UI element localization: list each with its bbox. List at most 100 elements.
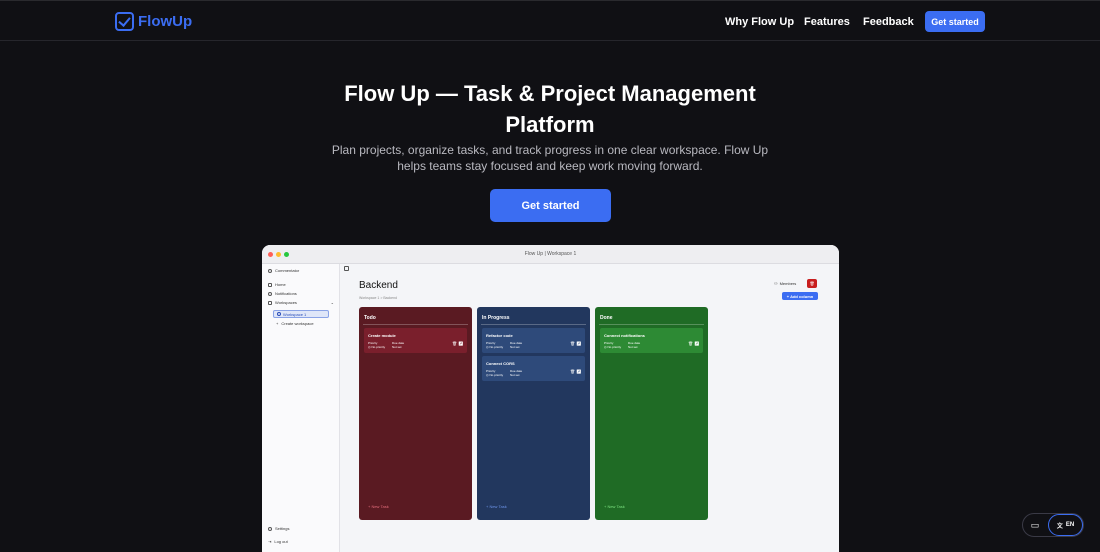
sidebar-create-workspace[interactable]: + Create workspace — [276, 321, 314, 326]
task-priority: Priority ◎ No priority — [604, 341, 621, 349]
edit-icon[interactable]: ↗ — [576, 341, 581, 346]
task-actions: 🗑 ↗ — [688, 341, 699, 346]
task-priority: Priority ◎ No priority — [486, 369, 503, 377]
new-task-button[interactable]: + New Task — [486, 504, 507, 509]
column-title: In Progress — [482, 315, 510, 321]
nav-get-started-button[interactable]: Get started — [925, 11, 985, 32]
sidebar-item-workspaces[interactable]: Workspaces ⌄ — [268, 300, 334, 305]
nav-link-features[interactable]: Features — [804, 16, 850, 28]
priority-text: No priority — [607, 345, 622, 349]
add-column-button[interactable]: + Add column — [782, 292, 818, 300]
window-title: Flow Up | Workspace 1 — [524, 251, 577, 257]
task-actions: 🗑 ↗ — [570, 341, 581, 346]
hero-subtitle: Plan projects, organize tasks, and track… — [330, 142, 770, 174]
brand-logo[interactable]: FlowUp — [115, 12, 192, 31]
sidebar-item-label: Home — [275, 282, 286, 287]
hero-subtitle-line-1: Plan projects, organize tasks, and track… — [331, 143, 769, 157]
checkbox-logo-icon — [115, 12, 134, 31]
task-title: Connect CORS — [486, 361, 515, 366]
sidebar-toggle-icon[interactable] — [344, 266, 349, 271]
trash-icon[interactable]: 🗑 — [452, 341, 457, 346]
sidebar-item-label: Workspace 1 — [283, 311, 307, 317]
task-card[interactable]: Create module Priority ◎ No priority Due… — [364, 328, 467, 353]
folder-icon — [268, 300, 272, 305]
sidebar-user-label: Commentator — [275, 268, 300, 273]
user-icon — [268, 268, 272, 273]
breadcrumb: Workspace 1 > Backend — [359, 296, 397, 300]
kanban-column: Todo Create module Priority ◎ No priorit… — [359, 307, 472, 520]
top-navbar: FlowUp Why Flow Up Features Feedback Get… — [0, 0, 1100, 41]
sidebar-item-home[interactable]: Home — [268, 282, 286, 287]
priority-text: No priority — [489, 373, 504, 377]
edit-icon[interactable]: ↗ — [458, 341, 463, 346]
task-card[interactable]: Connect notifications Priority ◎ No prio… — [600, 328, 703, 353]
hero-title-line-1: Flow Up — Task & Project Management — [344, 81, 756, 106]
sidebar-item-label: Settings — [275, 526, 290, 531]
members-button[interactable]: ⚇ Members — [774, 281, 796, 286]
due-value: Not set — [628, 345, 638, 349]
priority-value: ◎ No priority — [486, 345, 504, 349]
hero-get-started-button[interactable]: Get started — [490, 189, 611, 222]
due-value: Not set — [392, 345, 402, 349]
task-actions: 🗑 ↗ — [452, 341, 463, 346]
column-divider — [599, 324, 704, 325]
task-priority: Priority ◎ No priority — [486, 341, 503, 349]
sidebar-item-logout[interactable]: ⇥ Log out — [268, 539, 288, 544]
trash-icon[interactable]: 🗑 — [570, 341, 575, 346]
priority-text: No priority — [371, 345, 386, 349]
column-title: Done — [600, 315, 613, 321]
trash-icon[interactable]: 🗑 — [570, 369, 575, 374]
home-icon — [268, 282, 272, 287]
task-card[interactable]: Connect CORS Priority ◎ No priority Due … — [482, 356, 585, 381]
theme-toggle-button[interactable]: ▭ — [1026, 517, 1044, 533]
hero-title-line-2: Platform — [505, 112, 595, 137]
due-value: Not set — [510, 345, 520, 349]
priority-value: ◎ No priority — [486, 373, 504, 377]
task-title: Refactor code — [486, 333, 513, 338]
sidebar-item-workspace-1[interactable]: Workspace 1 — [273, 310, 329, 318]
preview-sidebar: Commentator Home Notifications Workspace… — [262, 264, 340, 552]
new-task-button[interactable]: + New Task — [368, 504, 389, 509]
task-due-date: Due date Not set — [628, 341, 640, 349]
edit-icon[interactable]: ↗ — [576, 369, 581, 374]
app-preview-window: Flow Up | Workspace 1 Commentator Home N… — [262, 245, 839, 552]
sidebar-user[interactable]: Commentator — [268, 268, 299, 273]
priority-value: ◎ No priority — [604, 345, 622, 349]
kanban-column: In Progress Refactor code Priority ◎ No … — [477, 307, 590, 520]
delete-board-button[interactable]: 🗑 — [807, 279, 817, 288]
nav-link-why-flow-up[interactable]: Why Flow Up — [725, 16, 794, 28]
sidebar-item-notifications[interactable]: Notifications — [268, 291, 297, 296]
new-task-button[interactable]: + New Task — [604, 504, 625, 509]
sidebar-item-label: Log out — [274, 539, 288, 544]
task-due-date: Due date Not set — [510, 341, 522, 349]
column-divider — [481, 324, 586, 325]
language-switcher[interactable]: 文 EN — [1048, 514, 1083, 536]
laptop-icon: ▭ — [1030, 519, 1040, 530]
column-title: Todo — [364, 315, 376, 321]
edit-icon[interactable]: ↗ — [694, 341, 699, 346]
hero-title: Flow Up — Task & Project Management Plat… — [300, 78, 800, 140]
task-priority: Priority ◎ No priority — [368, 341, 385, 349]
brand-name: FlowUp — [138, 13, 193, 30]
sidebar-item-settings[interactable]: Settings — [268, 526, 289, 531]
nav-link-feedback[interactable]: Feedback — [863, 16, 914, 28]
task-due-date: Due date Not set — [510, 369, 522, 377]
trash-icon: 🗑 — [809, 281, 815, 286]
priority-text: No priority — [489, 345, 504, 349]
plus-icon: + — [276, 321, 279, 326]
priority-value: ◎ No priority — [368, 345, 386, 349]
translate-icon: 文 — [1056, 523, 1063, 530]
board-title: Backend — [359, 280, 398, 291]
hero-subtitle-line-2: helps teams stay focused and keep work m… — [397, 159, 703, 173]
gear-icon — [268, 526, 272, 531]
members-label: Members — [779, 281, 797, 286]
window-titlebar: Flow Up | Workspace 1 — [262, 245, 839, 264]
trash-icon[interactable]: 🗑 — [688, 341, 693, 346]
task-actions: 🗑 ↗ — [570, 369, 581, 374]
logout-icon: ⇥ — [268, 539, 272, 544]
kanban-column: Done Connect notifications Priority ◎ No… — [595, 307, 708, 520]
task-title: Create module — [368, 333, 396, 338]
sidebar-item-label: Notifications — [275, 291, 297, 296]
language-label: EN — [1065, 522, 1075, 528]
task-card[interactable]: Refactor code Priority ◎ No priority Due… — [482, 328, 585, 353]
